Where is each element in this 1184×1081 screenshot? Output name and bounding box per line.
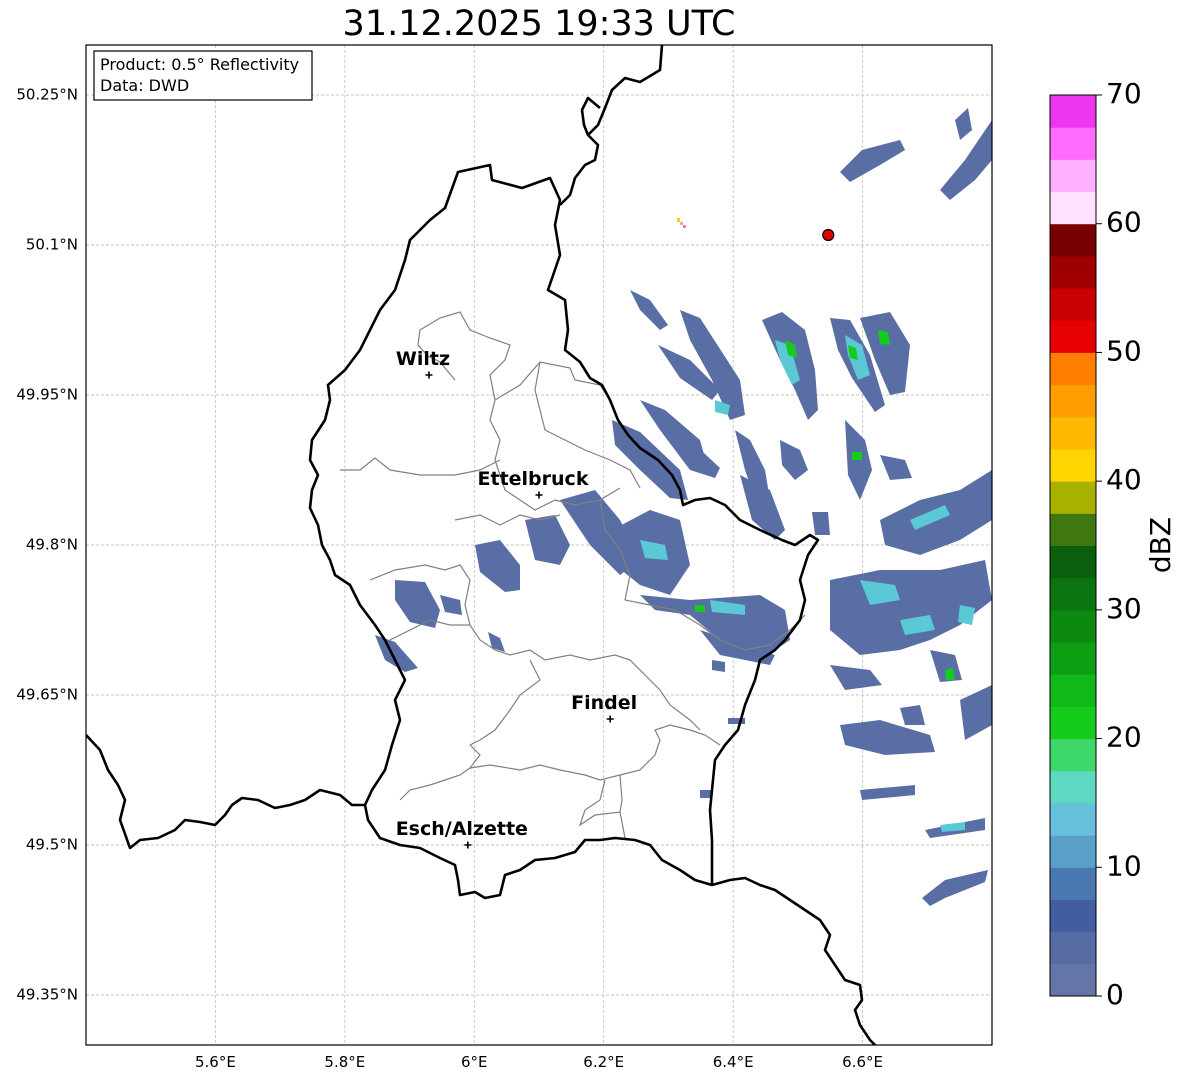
city-label: Wiltz xyxy=(396,348,450,370)
colorbar-swatches xyxy=(1050,95,1096,997)
echo-core-strong xyxy=(695,605,705,612)
lat-tick-label: 49.65°N xyxy=(16,686,78,704)
colorbar-ticks: 0 10 20 30 40 50 60 70 xyxy=(1096,77,1142,1011)
city-label: Ettelbruck xyxy=(478,468,589,490)
colorbar-swatch xyxy=(1050,899,1096,933)
city-label: Findel xyxy=(571,692,637,714)
info-product: Product: 0.5° Reflectivity xyxy=(100,55,299,74)
colorbar-tick-label: 0 xyxy=(1106,978,1124,1011)
colorbar-tick-label: 10 xyxy=(1106,849,1142,882)
lat-tick-label: 50.1°N xyxy=(26,236,78,254)
colorbar-swatch xyxy=(1050,642,1096,675)
lon-tick-label: 6.4°E xyxy=(713,1053,754,1071)
colorbar-swatch xyxy=(1050,223,1096,257)
colorbar-swatch xyxy=(1050,545,1096,579)
colorbar-swatch xyxy=(1050,352,1096,386)
colorbar-swatch xyxy=(1050,706,1096,740)
colorbar-swatch xyxy=(1050,867,1096,900)
lon-tick-label: 5.8°E xyxy=(324,1053,365,1071)
colorbar-swatch xyxy=(1050,609,1096,643)
echo-pixel xyxy=(683,225,686,228)
colorbar-swatch xyxy=(1050,95,1096,128)
lat-tick-label: 49.95°N xyxy=(16,386,78,404)
info-box: Product: 0.5° Reflectivity Data: DWD xyxy=(93,50,313,101)
colorbar-tick-label: 70 xyxy=(1106,77,1142,110)
colorbar-swatch xyxy=(1050,770,1096,804)
colorbar-swatch xyxy=(1050,802,1096,836)
echo-cell xyxy=(812,512,830,535)
lon-tick-label: 5.6°E xyxy=(195,1053,236,1071)
colorbar-swatch xyxy=(1050,255,1096,289)
colorbar-swatch xyxy=(1050,320,1096,353)
colorbar-tick-label: 60 xyxy=(1106,206,1142,239)
colorbar-tick-label: 50 xyxy=(1106,334,1142,367)
radar-map-figure: Wiltz Ettelbruck Findel Esch/Alzette Produc… xyxy=(16,44,1177,1071)
colorbar-swatch xyxy=(1050,963,1096,997)
colorbar-swatch xyxy=(1050,577,1096,611)
lon-tick-label: 6.6°E xyxy=(842,1053,883,1071)
colorbar-swatch xyxy=(1050,159,1096,193)
lat-tick-label: 49.35°N xyxy=(16,986,78,1004)
echo-cell xyxy=(712,660,725,672)
info-data-source: Data: DWD xyxy=(100,76,189,95)
colorbar-swatch xyxy=(1050,738,1096,772)
lat-tick-label: 49.8°N xyxy=(26,536,78,554)
colorbar-swatch xyxy=(1050,384,1096,418)
colorbar-swatch xyxy=(1050,127,1096,160)
colorbar-swatch xyxy=(1050,674,1096,707)
lon-tick-label: 6°E xyxy=(461,1053,488,1071)
echo-core-strong xyxy=(852,452,862,460)
echo-pixel xyxy=(677,218,680,222)
colorbar-swatch xyxy=(1050,931,1096,965)
colorbar-swatch xyxy=(1050,448,1096,482)
colorbar-swatch xyxy=(1050,416,1096,450)
colorbar-swatch xyxy=(1050,288,1096,321)
echo-pixel xyxy=(680,222,683,225)
colorbar: 0 10 20 30 40 50 60 70 dBZ xyxy=(1049,77,1177,1011)
echo-core xyxy=(958,605,975,625)
city-label: Esch/Alzette xyxy=(396,818,528,840)
colorbar-swatch xyxy=(1050,191,1096,225)
colorbar-swatch xyxy=(1050,835,1096,868)
colorbar-tick-label: 20 xyxy=(1106,721,1142,754)
colorbar-label: dBZ xyxy=(1144,517,1177,573)
colorbar-swatch xyxy=(1050,513,1096,546)
colorbar-tick-label: 30 xyxy=(1106,592,1142,625)
lat-tick-label: 49.5°N xyxy=(26,836,78,854)
radar-site-marker xyxy=(822,228,835,242)
lon-tick-label: 6.2°E xyxy=(583,1053,624,1071)
lat-tick-label: 50.25°N xyxy=(16,86,78,104)
colorbar-swatch xyxy=(1050,481,1096,514)
colorbar-tick-label: 40 xyxy=(1106,463,1142,496)
